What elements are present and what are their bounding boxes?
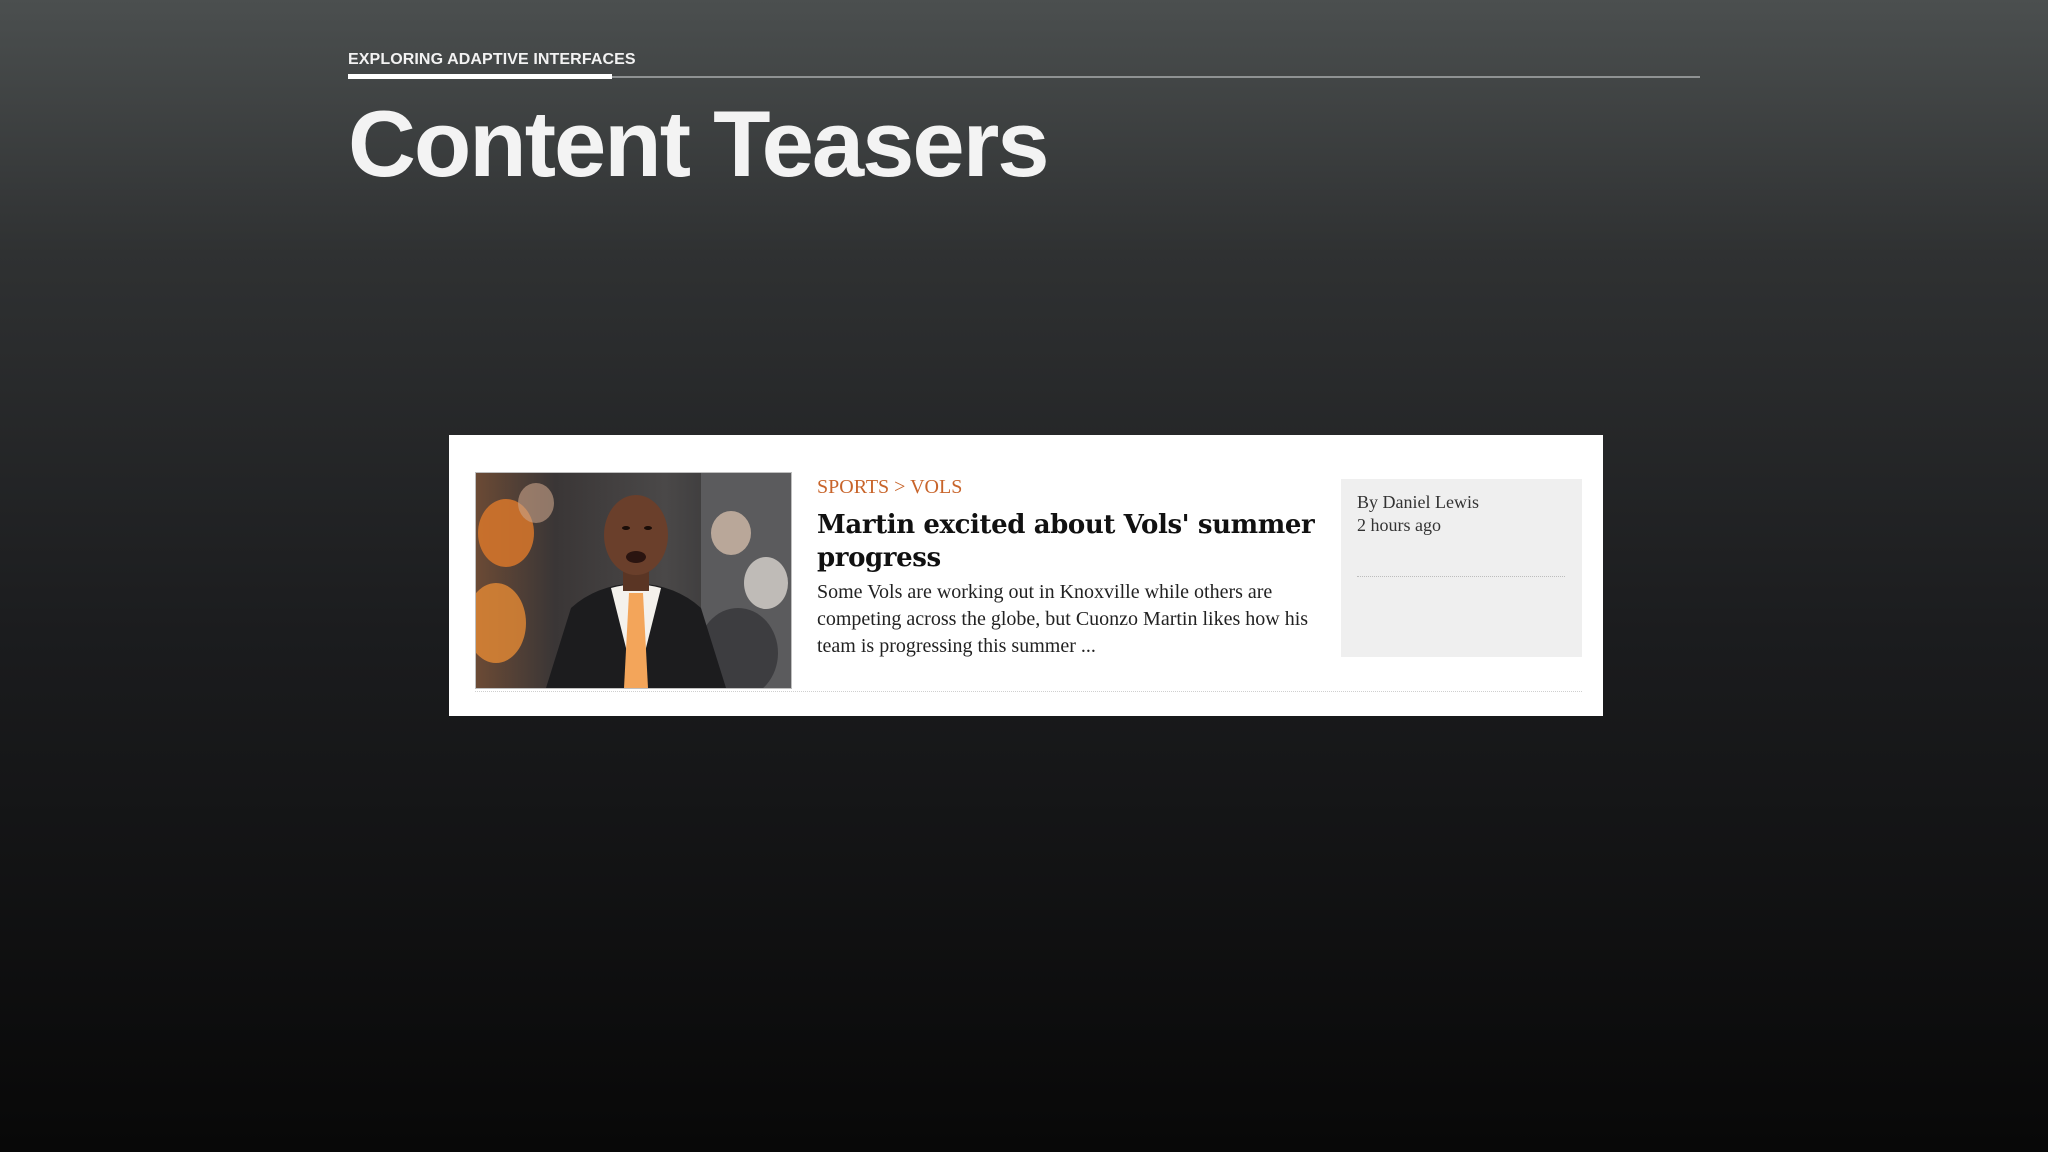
byline: By Daniel Lewis	[1357, 492, 1479, 512]
slide-eyebrow: EXPLORING ADAPTIVE INTERFACES	[348, 51, 636, 68]
teaser-card: SPORTS > VOLS Martin excited about Vols'…	[449, 435, 1603, 716]
photo-coach-icon	[476, 473, 791, 688]
section-link-vols[interactable]: VOLS	[910, 476, 962, 498]
slide-title: Content Teasers	[348, 91, 1050, 196]
header-rule-accent	[348, 74, 612, 79]
teaser-story: SPORTS > VOLS Martin excited about Vols'…	[817, 475, 1337, 660]
section-link-sports[interactable]: SPORTS	[817, 476, 889, 498]
meta-divider	[1357, 576, 1565, 577]
kicker-separator: >	[894, 476, 906, 498]
section-kicker: SPORTS > VOLS	[817, 475, 1337, 499]
slide-header: EXPLORING ADAPTIVE INTERFACES Content Te…	[348, 48, 1700, 196]
teaser-summary: Some Vols are working out in Knoxville w…	[817, 581, 1309, 657]
teaser-headline[interactable]: Martin excited about Vols' summer progre…	[817, 509, 1337, 575]
header-rule	[348, 74, 1700, 79]
card-divider	[475, 691, 1582, 692]
teaser-thumbnail[interactable]	[475, 472, 792, 689]
teaser-meta: By Daniel Lewis 2 hours ago	[1341, 479, 1582, 657]
timestamp: 2 hours ago	[1357, 515, 1441, 535]
